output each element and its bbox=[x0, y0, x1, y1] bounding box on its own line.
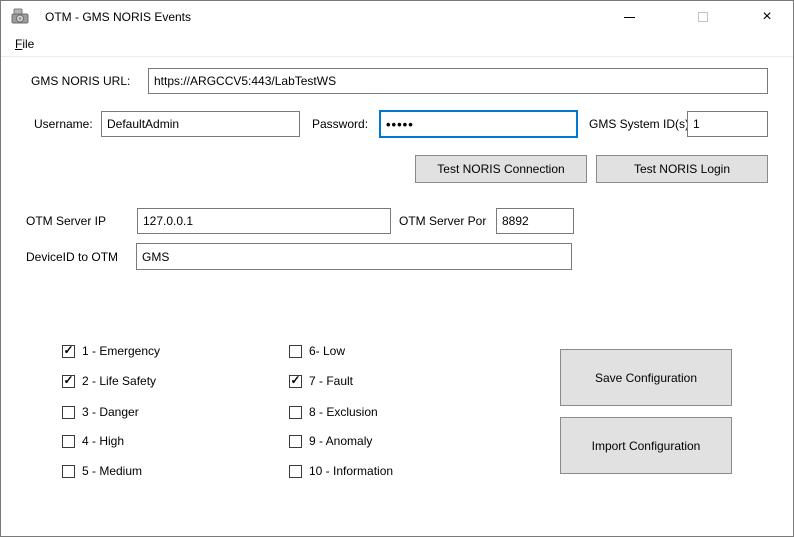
checkbox-label: 1 - Emergency bbox=[82, 343, 160, 359]
checkbox-low[interactable]: 6- Low bbox=[289, 343, 345, 359]
title-bar[interactable]: OTM - GMS NORIS Events × bbox=[1, 1, 793, 33]
close-button[interactable]: × bbox=[744, 1, 790, 33]
otm-server-port-input[interactable] bbox=[496, 208, 574, 234]
checkbox-information[interactable]: 10 - Information bbox=[289, 463, 393, 479]
checkbox-medium[interactable]: 5 - Medium bbox=[62, 463, 142, 479]
checkbox-box[interactable] bbox=[289, 406, 302, 419]
checkbox-box[interactable] bbox=[289, 345, 302, 358]
device-id-input[interactable] bbox=[136, 243, 572, 270]
checkbox-label: 3 - Danger bbox=[82, 404, 139, 420]
close-icon: × bbox=[762, 9, 771, 25]
window-title: OTM - GMS NORIS Events bbox=[45, 1, 191, 33]
checkbox-high[interactable]: 4 - High bbox=[62, 433, 124, 449]
app-icon bbox=[11, 8, 31, 26]
checkbox-box[interactable] bbox=[289, 465, 302, 478]
checkbox-label: 10 - Information bbox=[309, 463, 393, 479]
password-input[interactable] bbox=[379, 110, 578, 138]
checkbox-danger[interactable]: 3 - Danger bbox=[62, 404, 139, 420]
checkbox-box[interactable] bbox=[289, 435, 302, 448]
checkbox-box[interactable] bbox=[62, 465, 75, 478]
maximize-icon bbox=[698, 12, 708, 22]
checkbox-label: 8 - Exclusion bbox=[309, 404, 378, 420]
checkbox-anomaly[interactable]: 9 - Anomaly bbox=[289, 433, 372, 449]
noris-url-label: GMS NORIS URL: bbox=[31, 73, 130, 89]
username-input[interactable] bbox=[101, 111, 300, 137]
import-configuration-button[interactable]: Import Configuration bbox=[560, 417, 732, 474]
otm-server-ip-input[interactable] bbox=[137, 208, 391, 234]
checkbox-label: 9 - Anomaly bbox=[309, 433, 372, 449]
username-label: Username: bbox=[34, 116, 93, 132]
minimize-icon bbox=[624, 17, 635, 18]
menu-file[interactable]: File bbox=[8, 33, 41, 56]
minimize-button[interactable] bbox=[606, 1, 652, 33]
checkbox-life-safety[interactable]: 2 - Life Safety bbox=[62, 373, 156, 389]
device-id-label: DeviceID to OTM bbox=[26, 249, 118, 265]
test-noris-connection-button[interactable]: Test NORIS Connection bbox=[415, 155, 587, 183]
app-window: OTM - GMS NORIS Events × File GMS NORIS … bbox=[0, 0, 794, 537]
checkbox-box[interactable] bbox=[62, 345, 75, 358]
checkbox-label: 6- Low bbox=[309, 343, 345, 359]
otm-server-port-label: OTM Server Por bbox=[399, 213, 486, 229]
checkbox-box[interactable] bbox=[62, 375, 75, 388]
system-ids-input[interactable] bbox=[687, 111, 768, 137]
maximize-button bbox=[680, 1, 726, 33]
test-noris-login-button[interactable]: Test NORIS Login bbox=[596, 155, 768, 183]
menu-bar: File bbox=[1, 33, 793, 57]
checkbox-exclusion[interactable]: 8 - Exclusion bbox=[289, 404, 378, 420]
otm-server-ip-label: OTM Server IP bbox=[26, 213, 106, 229]
checkbox-label: 4 - High bbox=[82, 433, 124, 449]
noris-url-input[interactable] bbox=[148, 68, 768, 94]
system-ids-label: GMS System ID(s): bbox=[589, 116, 692, 132]
password-label: Password: bbox=[312, 116, 368, 132]
checkbox-box[interactable] bbox=[289, 375, 302, 388]
checkbox-box[interactable] bbox=[62, 435, 75, 448]
checkbox-box[interactable] bbox=[62, 406, 75, 419]
save-configuration-button[interactable]: Save Configuration bbox=[560, 349, 732, 406]
checkbox-label: 7 - Fault bbox=[309, 373, 353, 389]
checkbox-emergency[interactable]: 1 - Emergency bbox=[62, 343, 160, 359]
checkbox-fault[interactable]: 7 - Fault bbox=[289, 373, 353, 389]
checkbox-label: 2 - Life Safety bbox=[82, 373, 156, 389]
checkbox-label: 5 - Medium bbox=[82, 463, 142, 479]
